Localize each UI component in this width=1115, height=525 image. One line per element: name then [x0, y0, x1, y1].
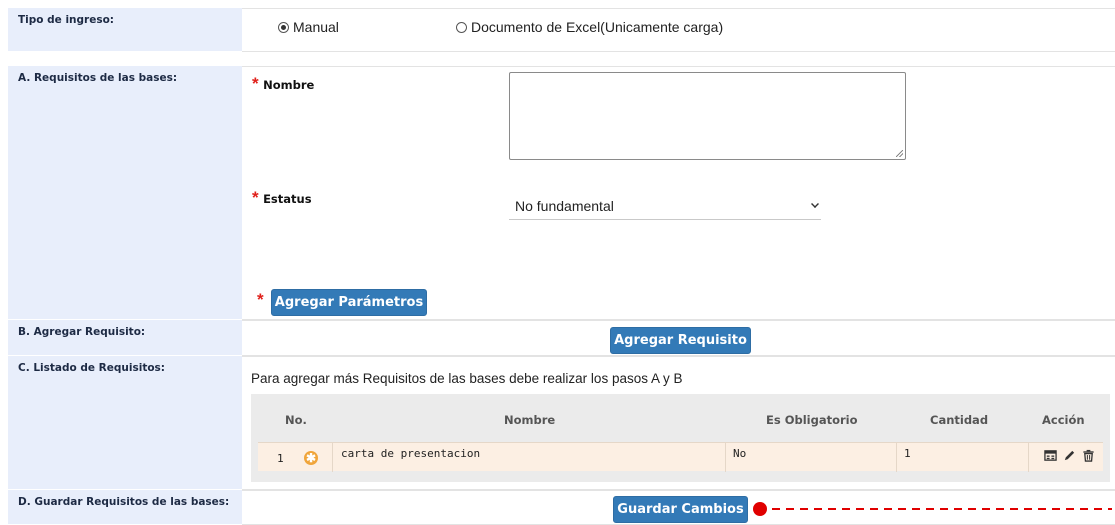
radio-excel[interactable]: Documento de Excel(Unicamente carga) [456, 19, 723, 35]
required-mark: * [257, 290, 264, 309]
col-divider [725, 443, 726, 472]
row-actions [1044, 449, 1095, 462]
radio-manual[interactable]: Manual [278, 19, 339, 35]
row-obligatorio: No [733, 447, 747, 460]
estatus-label: Estatus [263, 192, 312, 206]
col-nombre: Nombre [504, 413, 556, 427]
row-cantidad: 1 [904, 447, 911, 460]
required-mark: * [252, 74, 259, 93]
radio-manual-label: Manual [293, 19, 339, 35]
agregar-requisito-button[interactable]: Agregar Requisito [610, 327, 751, 354]
col-cantidad: Cantidad [930, 413, 989, 427]
trash-icon[interactable] [1082, 449, 1095, 462]
required-mark: * [252, 188, 259, 207]
section-a-label: A. Requisitos de las bases: [8, 66, 242, 320]
agregar-parametros-button[interactable]: Agregar Parámetros [271, 289, 427, 316]
row-no: 1 [277, 452, 284, 465]
col-accion: Acción [1042, 413, 1085, 427]
details-icon[interactable] [1044, 449, 1057, 462]
radio-manual-dot[interactable] [278, 21, 289, 33]
annotation-dot [753, 502, 767, 516]
col-no: No. [285, 413, 307, 427]
guardar-cambios-button[interactable]: Guardar Cambios [613, 496, 748, 523]
table-row: 1 ✱ carta de presentacion No 1 [258, 442, 1103, 472]
tipo-ingreso-label: Tipo de ingreso: [8, 8, 242, 52]
nombre-field-label: * Nombre [252, 74, 314, 94]
radio-excel-dot[interactable] [456, 21, 467, 33]
section-b-label: B. Agregar Requisito: [8, 320, 242, 356]
col-divider [896, 443, 897, 472]
star-icon: ✱ [304, 451, 318, 465]
resize-grip-icon[interactable] [896, 150, 903, 157]
estatus-selected: No fundamental [515, 198, 614, 214]
nombre-label: Nombre [263, 78, 315, 92]
estatus-field-label: * Estatus [252, 188, 312, 208]
chevron-down-icon [811, 200, 819, 208]
requisitos-table: No. Nombre Es Obligatorio Cantidad Acció… [251, 394, 1110, 482]
listado-hint: Para agregar más Requisitos de las bases… [251, 371, 683, 386]
nombre-textarea[interactable] [509, 72, 906, 160]
estatus-select[interactable]: No fundamental [509, 193, 821, 220]
col-divider [332, 443, 333, 472]
section-c-label: C. Listado de Requisitos: [8, 356, 242, 490]
edit-pencil-icon[interactable] [1063, 449, 1076, 462]
col-obligatorio: Es Obligatorio [766, 413, 858, 427]
section-d-label: D. Guardar Requisitos de las bases: [8, 490, 242, 525]
col-divider [1028, 443, 1029, 472]
annotation-pointer [753, 502, 1112, 516]
row-nombre: carta de presentacion [341, 447, 481, 460]
radio-excel-label: Documento de Excel(Unicamente carga) [471, 19, 724, 35]
